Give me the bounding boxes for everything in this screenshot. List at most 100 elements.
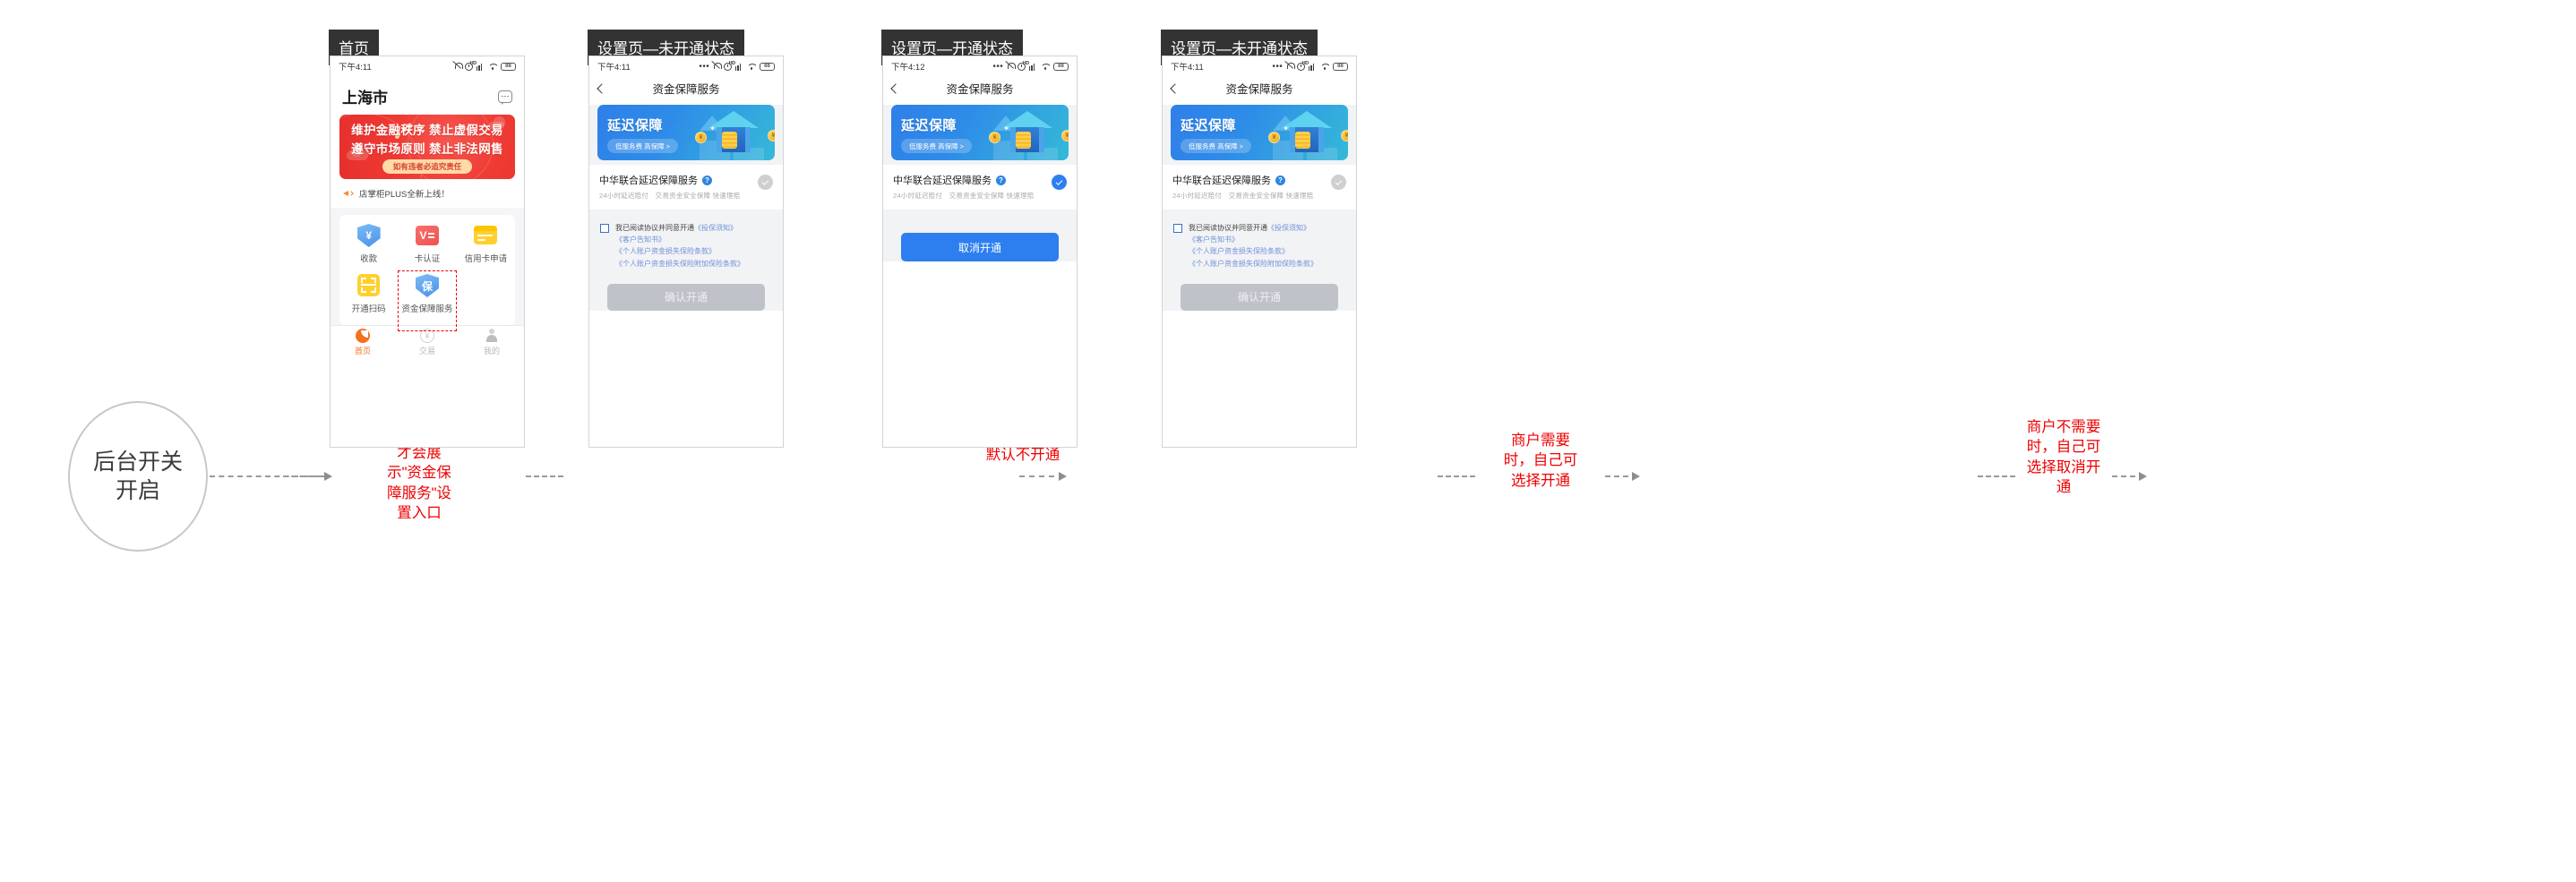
banner-title: 延迟保障 xyxy=(607,118,664,133)
trade-icon: ¥ xyxy=(420,329,434,343)
banner-pill[interactable]: 低服务费 高保障 > xyxy=(607,139,679,153)
banner-line-2: 遵守市场原则 禁止非法网售 xyxy=(351,142,503,156)
annotation-merchant-enable: 商户需要 时，自己可 选择开通 xyxy=(1503,432,1578,489)
more-dots-icon: ••• xyxy=(992,61,1004,72)
service-title: 中华联合延迟保障服务 xyxy=(1172,176,1271,186)
statusbar-settings-off-2: 下午4:11 ••• HD 88 xyxy=(1163,56,1356,76)
statusbar-icons: HD 88 xyxy=(454,61,516,71)
agreement-link-3[interactable]: 《个人账户资金损失保险附加保险条款》 xyxy=(1189,260,1318,268)
confirm-activate-button[interactable]: 确认开通 xyxy=(607,283,765,311)
statusbar-icons: ••• HD 88 xyxy=(1272,61,1348,72)
service-card[interactable]: 中华联合延迟保障服务 ? 24小时延迟赔付 交易资金安全保障 快速理赔 xyxy=(1163,165,1356,210)
statusbar-settings-off: 下午4:11 ••• HD 88 xyxy=(589,56,783,76)
signal-bars-icon: HD xyxy=(470,61,485,71)
notice-text: 店掌柜PLUS全新上线！ xyxy=(359,190,450,200)
statusbar-icons: ••• HD 88 xyxy=(699,61,775,72)
service-title-row: 中华联合延迟保障服务 ? xyxy=(599,173,758,187)
agreement-link-1[interactable]: 《客户告知书》 xyxy=(1189,235,1239,244)
grid-item-收款[interactable]: ¥ 收款 xyxy=(339,224,398,264)
status-badge-unchecked[interactable] xyxy=(758,175,773,190)
tab-profile[interactable]: 我的 xyxy=(459,329,524,356)
agreement-checkbox[interactable] xyxy=(1173,224,1182,233)
grid-item-卡认证[interactable]: V 卡认证 xyxy=(398,224,456,264)
connector-1b xyxy=(283,475,330,477)
agreement-link-0[interactable]: 《投保须知》 xyxy=(694,224,737,232)
wifi-icon xyxy=(1320,63,1330,70)
start-node-line1: 后台开关 xyxy=(92,449,183,475)
insurance-banner[interactable]: ¥ ¥ ✦ 延迟保障 低服务费 高保障 > xyxy=(891,105,1069,160)
grid-item-label: 卡认证 xyxy=(414,254,441,264)
grid-item-资金保障服务[interactable]: 保 资金保障服务 xyxy=(398,274,456,314)
coin-icon-2: ¥ xyxy=(1341,130,1348,141)
scan-qr-icon xyxy=(356,274,381,297)
help-question-icon[interactable]: ? xyxy=(702,175,712,185)
service-card[interactable]: 中华联合延迟保障服务 ? 24小时延迟赔付 交易资金安全保障 快速理赔 xyxy=(589,165,783,210)
agreement-link-1[interactable]: 《客户告知书》 xyxy=(615,235,665,244)
agreement-text: 我已阅读协议并同意开通《投保须知》 《客户告知书》 《个人账户资金损失保险条款》… xyxy=(615,222,744,270)
nav-title: 资金保障服务 xyxy=(946,83,1014,96)
tab-home[interactable]: 首页 xyxy=(331,329,395,356)
tab-label: 交易 xyxy=(418,347,435,355)
phone-screen-home: 下午4:11 HD 88 上海市 ✦ 维护金融秩序 禁止虚假交易 遵守市场原则 … xyxy=(330,56,525,448)
status-badge-checked[interactable] xyxy=(1052,175,1067,190)
agreement-link-3[interactable]: 《个人账户资金损失保险附加保险条款》 xyxy=(615,260,744,268)
banner-pill[interactable]: 低服务费 高保障 > xyxy=(901,139,973,153)
speaker-icon xyxy=(343,189,353,198)
shield-yen-glyph: ¥ xyxy=(356,224,381,247)
more-dots-icon: ••• xyxy=(699,61,710,72)
battery-icon: 88 xyxy=(1333,62,1348,71)
statusbar-time: 下午4:11 xyxy=(339,63,372,73)
status-badge-unchecked[interactable] xyxy=(1331,175,1346,190)
card-verify-icon: V xyxy=(415,224,439,247)
promo-banner[interactable]: ✦ 维护金融秩序 禁止虚假交易 遵守市场原则 禁止非法网售 如有违者必追究责任 xyxy=(339,115,515,179)
banner-pill[interactable]: 低服务费 高保障 > xyxy=(1181,139,1252,153)
detail-body: ¥ ¥ ✦ 延迟保障 低服务费 高保障 > 中华联合延迟保障服务 ? 24小时延… xyxy=(1163,105,1356,311)
signal-bars-icon: HD xyxy=(729,61,743,71)
shield-yen-icon: ¥ xyxy=(356,224,381,247)
flow-diagram-canvas: 后台开关 开启 后台开关开 启，APP上 才会展 示"资金保 障服务"设 置入口… xyxy=(0,0,2576,882)
service-card[interactable]: 中华联合延迟保障服务 ? 24小时延迟赔付 交易资金安全保障 快速理赔 xyxy=(883,165,1077,210)
grid-item-开通扫码[interactable]: 开通扫码 xyxy=(339,274,398,314)
help-question-icon[interactable]: ? xyxy=(996,175,1006,185)
coin-icon-1: ¥ xyxy=(695,132,707,143)
agreement-lead: 我已阅读协议并同意开通 xyxy=(615,224,694,232)
service-texts: 中华联合延迟保障服务 ? 24小时延迟赔付 交易资金安全保障 快速理赔 xyxy=(1172,173,1331,201)
coin-icon-2: ¥ xyxy=(1061,130,1069,141)
tab-trade[interactable]: ¥ 交易 xyxy=(395,329,459,356)
navbar: 资金保障服务 xyxy=(1163,76,1356,100)
agreement-link-2[interactable]: 《个人账户资金损失保险条款》 xyxy=(615,247,716,255)
banner-title: 延迟保障 xyxy=(901,118,957,133)
notice-row[interactable]: 店掌柜PLUS全新上线！ xyxy=(331,179,524,208)
statusbar-home: 下午4:11 HD 88 xyxy=(331,56,524,76)
start-node-line2: 开启 xyxy=(115,478,160,503)
insurance-banner[interactable]: ¥ ¥ ✦ 延迟保障 低服务费 高保障 > xyxy=(597,105,775,160)
service-subtitle: 24小时延迟赔付 交易资金安全保障 快速理赔 xyxy=(599,192,741,200)
agreement-checkbox[interactable] xyxy=(600,224,609,233)
signal-bars-icon: HD xyxy=(1023,61,1037,71)
grid-item-label: 信用卡申请 xyxy=(464,254,508,264)
chat-bubble-icon[interactable] xyxy=(498,90,512,105)
insurance-banner[interactable]: ¥ ¥ ✦ 延迟保障 低服务费 高保障 > xyxy=(1171,105,1348,160)
connector-3-arrow xyxy=(1632,472,1640,481)
service-title: 中华联合延迟保障服务 xyxy=(599,176,698,186)
agreement-link-2[interactable]: 《个人账户资金损失保险条款》 xyxy=(1189,247,1289,255)
detail-body: ¥ ¥ ✦ 延迟保障 低服务费 高保障 > 中华联合延迟保障服务 ? 24小时延… xyxy=(883,105,1077,261)
agreement-link-0[interactable]: 《投保须知》 xyxy=(1267,224,1310,232)
shield-protect-glyph: 保 xyxy=(415,274,439,297)
statusbar-time: 下午4:11 xyxy=(1171,63,1204,73)
service-title-row: 中华联合延迟保障服务 ? xyxy=(893,173,1052,187)
coin-icon-2: ¥ xyxy=(768,130,775,141)
signal-bars-icon: HD xyxy=(1302,61,1317,71)
banner-pill: 如有违者必追究责任 xyxy=(382,159,473,174)
mute-bell-icon xyxy=(454,62,463,71)
battery-icon: 88 xyxy=(501,62,516,71)
service-subtitle: 24小时延迟赔付 交易资金安全保障 快速理赔 xyxy=(893,192,1035,200)
confirm-activate-button[interactable]: 确认开通 xyxy=(1181,283,1338,311)
city-title[interactable]: 上海市 xyxy=(342,85,388,107)
grid-item-信用卡申请[interactable]: 信用卡申请 xyxy=(457,224,515,264)
cancel-activate-button[interactable]: 取消开通 xyxy=(901,233,1059,261)
help-question-icon[interactable]: ? xyxy=(1275,175,1285,185)
statusbar-settings-on: 下午4:12 ••• HD 88 xyxy=(883,56,1077,76)
tab-label: 我的 xyxy=(483,347,500,355)
tab-label: 首页 xyxy=(354,347,371,355)
